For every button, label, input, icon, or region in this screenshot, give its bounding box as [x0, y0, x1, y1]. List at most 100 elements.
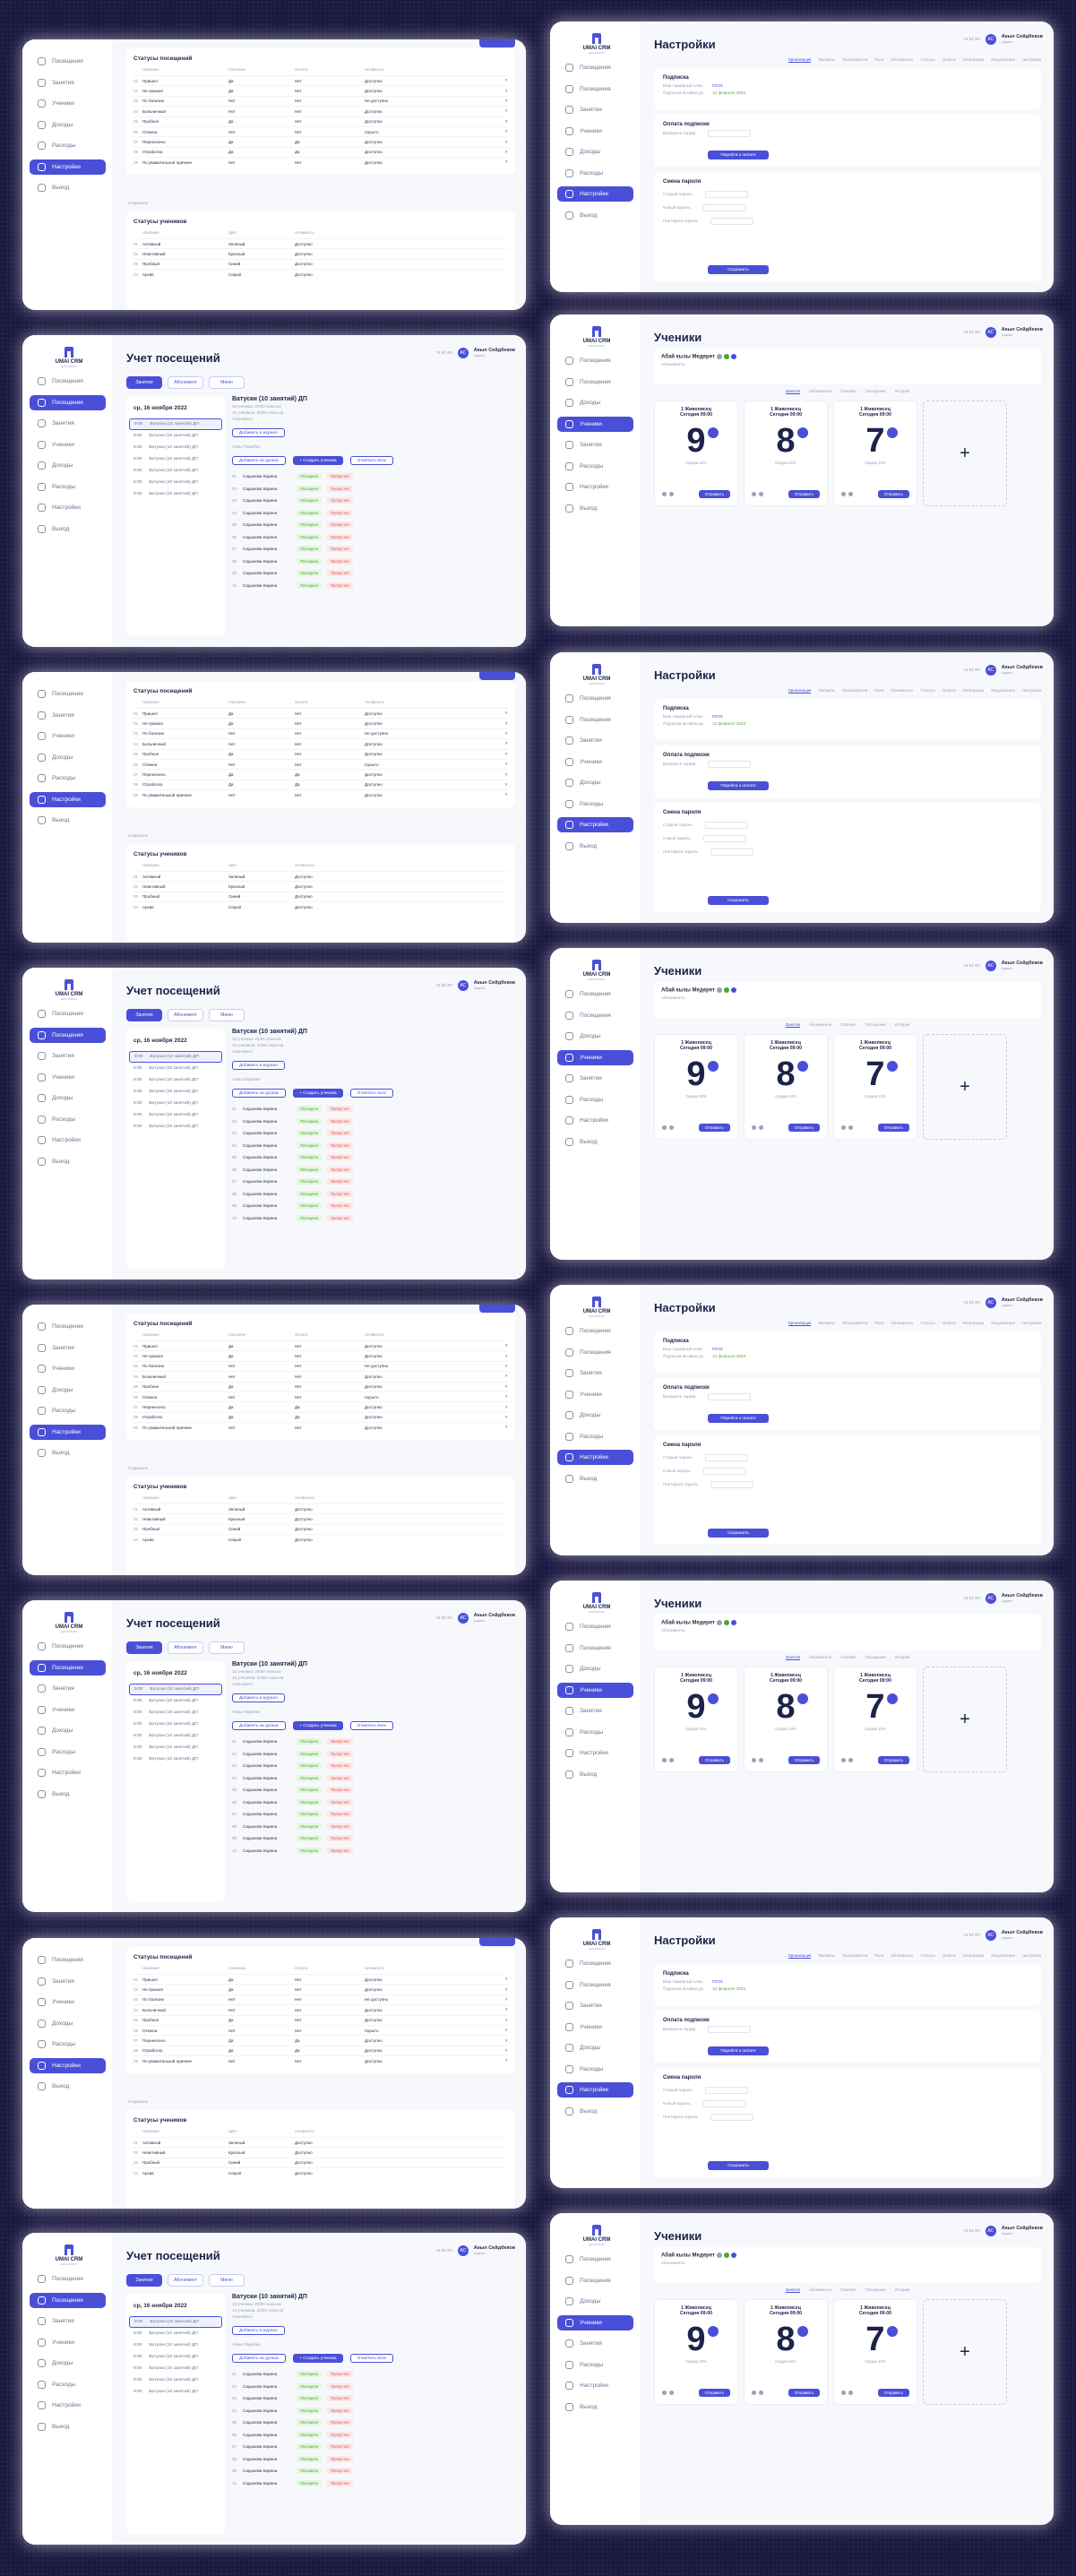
send-button[interactable]: Отправить — [788, 1124, 820, 1132]
sidebar-item-5[interactable]: Расходы — [557, 2062, 633, 2077]
status-visited[interactable]: Посещено — [297, 1178, 323, 1185]
lesson-row[interactable]: 9:00 Ватуски (10 занятий) ДП — [129, 1051, 222, 1063]
sidebar-item-3[interactable]: Ученики — [30, 2335, 106, 2350]
profile-tab[interactable]: Посещения — [865, 1655, 886, 1659]
status-missed[interactable]: Пропустил — [327, 582, 353, 589]
status-visited[interactable]: Посещено — [297, 473, 323, 480]
send-button[interactable]: Отправить — [877, 2389, 909, 2397]
profile-tab[interactable]: Абонементы — [809, 389, 831, 393]
sidebar-item-6[interactable]: Настройки — [557, 1450, 633, 1465]
sidebar-item-0[interactable]: Посещения — [557, 1619, 633, 1634]
status-visited[interactable]: Посещено — [297, 2468, 323, 2475]
status-visited[interactable]: Посещено — [297, 1214, 323, 1221]
avatar[interactable]: АС — [457, 1613, 469, 1624]
sidebar-item-0[interactable]: Посещения — [557, 60, 633, 75]
profile-tab[interactable]: Занятия — [785, 1022, 800, 1028]
send-button[interactable]: Отправить — [877, 1124, 909, 1132]
send-button[interactable]: Отправить — [698, 1756, 730, 1764]
lesson-row[interactable]: 9:00 Ватуски (10 занятий) ДП — [129, 1742, 222, 1753]
status-missed[interactable]: Пропустил — [327, 546, 353, 553]
sidebar-item-4[interactable]: Расходы — [30, 138, 106, 153]
status-missed[interactable]: Пропустил — [327, 473, 353, 480]
status-missed[interactable]: Пропустил — [327, 1750, 353, 1757]
sidebar-item-0[interactable]: Посещения — [30, 2271, 106, 2287]
status-missed[interactable]: Пропустил — [327, 1130, 353, 1137]
sidebar-item-7[interactable]: Выход — [30, 521, 106, 537]
status-missed[interactable]: Пропустил — [327, 1154, 353, 1161]
sidebar-item-5[interactable]: Расходы — [30, 2377, 106, 2392]
send-button[interactable]: Отправить — [788, 1756, 820, 1764]
settings-tab[interactable]: Оплата — [943, 688, 956, 694]
delete-icon[interactable]: ✕ — [443, 2007, 508, 2012]
folder-icon[interactable] — [848, 1758, 853, 1762]
sidebar-item-6[interactable]: Настройки — [30, 1133, 106, 1148]
settings-icon[interactable] — [752, 1758, 756, 1762]
status-visited[interactable]: Посещено — [297, 1130, 323, 1137]
password-input[interactable] — [710, 218, 753, 225]
profile-tab[interactable]: Платежи — [840, 389, 856, 393]
delete-icon[interactable]: ✕ — [443, 119, 508, 125]
sidebar-item-2[interactable]: Занятия — [557, 733, 633, 748]
send-button[interactable]: Отправить — [698, 1124, 730, 1132]
settings-tab[interactable]: Уведомления — [991, 57, 1015, 63]
profile-tab[interactable]: Абонементы — [809, 1022, 831, 1027]
lesson-row[interactable]: 9:00 Ватуски (10 занятий) ДП — [129, 2374, 222, 2386]
delete-icon[interactable]: ✕ — [443, 159, 508, 165]
settings-icon[interactable] — [752, 2391, 756, 2395]
lesson-row[interactable]: 9:00 Ватуски (10 занятий) ДП — [129, 477, 222, 488]
delete-icon[interactable]: ✕ — [443, 711, 508, 716]
sidebar-item-3[interactable]: Ученики — [557, 754, 633, 770]
tab-0[interactable]: Занятия — [126, 2274, 162, 2287]
lesson-row[interactable]: 9:00 Ватуски (10 занятий) ДП — [129, 465, 222, 477]
sidebar-item-5[interactable]: Расходы — [30, 1112, 106, 1127]
status-missed[interactable]: Пропустил — [327, 1762, 353, 1770]
pay-button[interactable]: Перейти к оплате — [708, 2046, 769, 2055]
sidebar-item-6[interactable]: Настройки — [557, 1745, 633, 1761]
sidebar-item-5[interactable]: Расходы — [557, 1429, 633, 1444]
add-group-button[interactable]: + — [923, 401, 1007, 506]
profile-tab[interactable]: Занятия — [785, 389, 800, 394]
lesson-row[interactable]: 9:00 Ватуски (10 занятий) ДП — [129, 1109, 222, 1121]
status-visited[interactable]: Посещено — [297, 2395, 323, 2402]
delete-icon[interactable]: ✕ — [443, 2018, 508, 2023]
settings-tab[interactable]: Абонементы — [891, 1953, 913, 1959]
status-visited[interactable]: Посещено — [297, 557, 323, 564]
status-visited[interactable]: Посещено — [297, 2382, 323, 2390]
language-switch[interactable]: ru kz en — [436, 1615, 452, 1621]
sidebar-item-2[interactable]: Ученики — [30, 1361, 106, 1376]
lesson-row[interactable]: 9:00 Ватуски (10 занятий) ДП — [129, 1121, 222, 1133]
action-button-2[interactable]: Отметить всех — [349, 1721, 394, 1730]
profile-tab[interactable]: Платежи — [840, 2287, 856, 2292]
status-missed[interactable]: Пропустил — [327, 1190, 353, 1197]
status-visited[interactable]: Посещено — [297, 1190, 323, 1197]
settings-tab[interactable]: Организация — [788, 688, 812, 694]
sidebar-item-7[interactable]: Выход — [557, 2104, 633, 2119]
sidebar-item-2[interactable]: Ученики — [30, 1994, 106, 2010]
folder-icon[interactable] — [848, 1125, 853, 1130]
delete-icon[interactable]: ✕ — [443, 2048, 508, 2054]
status-visited[interactable]: Посещено — [297, 1787, 323, 1794]
avatar[interactable]: АС — [985, 34, 996, 45]
status-visited[interactable]: Посещено — [297, 521, 323, 529]
delete-icon[interactable]: ✕ — [443, 99, 508, 104]
lesson-row[interactable]: 9:00 Ватуски (10 занятий) ДП — [129, 488, 222, 500]
sidebar-item-2[interactable]: Занятия — [30, 2313, 106, 2329]
sidebar-item-6[interactable]: Настройки — [30, 2398, 106, 2413]
action-button-2[interactable]: Отметить всех — [349, 1089, 394, 1098]
status-missed[interactable]: Пропустил — [327, 2468, 353, 2475]
sidebar-item-1[interactable]: Посещения — [557, 1345, 633, 1360]
status-missed[interactable]: Пропустил — [327, 2371, 353, 2378]
sidebar-item-4[interactable]: Доходы — [30, 2356, 106, 2371]
sidebar-item-0[interactable]: Посещения — [557, 1956, 633, 1971]
delete-icon[interactable]: ✕ — [443, 2058, 508, 2063]
profile-tab[interactable]: Платежи — [840, 1022, 856, 1027]
action-button-1[interactable]: + Создать ученика — [293, 456, 343, 465]
lesson-row[interactable]: 9:00 Ватуски (10 занятий) ДП — [129, 453, 222, 465]
settings-tab[interactable]: Оплата — [943, 1953, 956, 1959]
status-visited[interactable]: Посещено — [297, 497, 323, 504]
sidebar-item-1[interactable]: Посещения — [557, 82, 633, 97]
sidebar-item-4[interactable]: Доходы — [30, 1090, 106, 1106]
delete-icon[interactable]: ✕ — [443, 762, 508, 767]
sidebar-item-5[interactable]: Расходы — [557, 459, 633, 474]
pay-button[interactable]: Перейти к оплате — [708, 1414, 769, 1423]
